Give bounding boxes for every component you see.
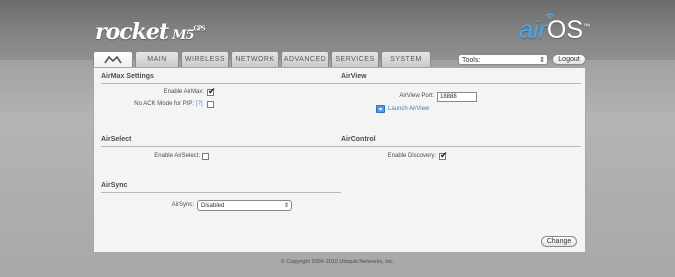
checkmark-icon: ✔	[440, 150, 448, 160]
tab-system[interactable]: SYSTEM	[381, 51, 431, 67]
settings-panel: AirMax Settings Enable AirMax: ✔ No ACK …	[93, 67, 586, 253]
ubiquiti-logo-icon	[104, 55, 122, 64]
dropdown-arrows-icon: ⇕	[539, 57, 545, 64]
enable-discovery-label: Enable Discovery:	[387, 153, 436, 159]
enable-airselect-label: Enable AirSelect:	[154, 153, 200, 159]
tab-logo[interactable]	[93, 51, 133, 67]
airview-launch-icon[interactable]	[376, 105, 385, 113]
airos-trademark: ™	[583, 23, 590, 31]
airsync-section-title: AirSync	[101, 182, 128, 189]
product-logo: rocket M5GPS	[95, 19, 206, 45]
airsync-divider	[101, 192, 341, 193]
tab-services[interactable]: SERVICES	[331, 51, 379, 67]
airselect-section-title: AirSelect	[101, 136, 132, 143]
airview-section-title: AirView	[341, 73, 367, 80]
airview-divider	[341, 83, 581, 84]
brand-suffix: GPS	[193, 25, 206, 33]
aircontrol-section-title: AirControl	[341, 136, 376, 143]
noack-checkbox[interactable]	[207, 101, 214, 108]
airmax-divider	[101, 83, 341, 84]
enable-airmax-label: Enable AirMax:	[163, 89, 204, 95]
tab-advanced[interactable]: ADVANCED	[281, 51, 329, 67]
tab-main[interactable]: MAIN	[135, 51, 179, 67]
change-button[interactable]: Change	[541, 236, 577, 247]
airview-port-input[interactable]: 18888	[437, 92, 477, 102]
enable-airselect-checkbox[interactable]	[202, 153, 209, 160]
tools-dropdown[interactable]: Tools: ⇕	[458, 54, 548, 65]
airos-logo: airOS™	[519, 16, 590, 45]
enable-discovery-checkbox[interactable]: ✔	[439, 150, 448, 160]
logout-button[interactable]: Logout	[552, 54, 586, 65]
launch-airview-link[interactable]: Launch AirView	[388, 106, 429, 112]
aircontrol-divider	[341, 146, 581, 147]
airsync-select-value: Disabled	[201, 203, 225, 209]
airos-prefix: air	[519, 16, 547, 44]
airos-name: OS	[546, 16, 583, 44]
brand-name: rocket	[95, 19, 169, 45]
airsync-select[interactable]: Disabled ⇕	[197, 200, 292, 211]
tools-dropdown-value: Tools:	[462, 57, 481, 64]
noack-help-link[interactable]: [?]	[196, 101, 203, 107]
airsync-label: AirSync:	[171, 202, 194, 208]
brand-model: M5	[172, 28, 194, 43]
tab-network[interactable]: NETWORK	[231, 51, 279, 67]
copyright-footer: © Copyright 2006-2010 Ubiquiti Networks,…	[280, 259, 395, 265]
checkmark-icon: ✔	[208, 86, 216, 96]
noack-label: No ACK Mode for PtP:	[134, 101, 194, 107]
airselect-divider	[101, 146, 341, 147]
enable-airmax-checkbox[interactable]: ✔	[207, 86, 216, 96]
tab-wireless[interactable]: WIRELESS	[181, 51, 229, 67]
airview-port-label: AirView Port:	[399, 93, 434, 99]
airmax-section-title: AirMax Settings	[101, 73, 154, 80]
dropdown-arrows-icon: ⇕	[283, 203, 289, 209]
